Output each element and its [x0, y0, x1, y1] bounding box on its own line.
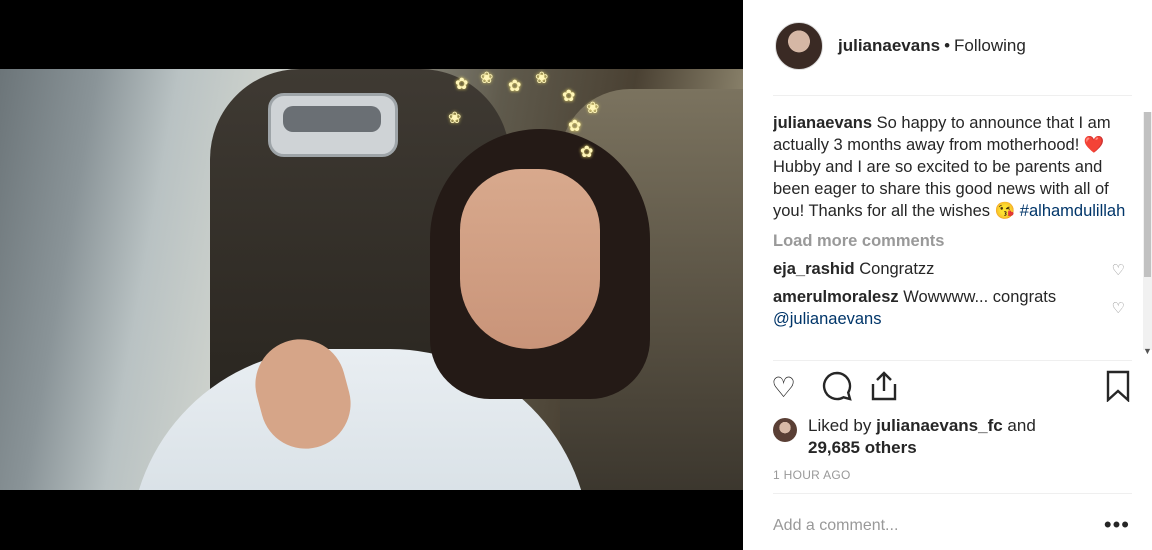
flower-filter-icon: ❀ [535, 70, 549, 87]
seat-control-panel [268, 93, 398, 157]
flower-filter-icon: ✿ [580, 144, 594, 161]
liker-avatar[interactable] [773, 418, 797, 442]
scrollbar-thumb[interactable] [1144, 112, 1151, 277]
flower-filter-icon: ❀ [586, 100, 600, 117]
comment-row: amerulmoralesz Wowwww... congrats @julia… [773, 286, 1133, 330]
liked-user[interactable]: julianaevans_fc [876, 416, 1003, 435]
header-divider [773, 95, 1132, 96]
liked-prefix: Liked by [808, 416, 872, 435]
flower-filter-icon: ✿ [562, 88, 576, 105]
likes-text: Liked by julianaevans_fc and 29,685 othe… [808, 415, 1133, 459]
likes-section: Liked by julianaevans_fc and 29,685 othe… [773, 415, 1133, 459]
post-photo[interactable]: ✿ ❀ ✿ ❀ ✿ ❀ ❀ ✿ ✿ [0, 69, 743, 490]
add-comment-input[interactable]: Add a comment... [773, 517, 898, 535]
comment-like-icon[interactable]: ♡ [1112, 298, 1125, 320]
liked-count[interactable]: 29,685 others [808, 438, 917, 457]
comment-row: eja_rashid Congratzz ♡ [773, 258, 1133, 280]
share-icon[interactable] [869, 370, 899, 411]
comment-bubble-icon[interactable] [821, 370, 853, 411]
post-sidebar: julianaevans • Following julianaevans So h… [743, 0, 1152, 550]
user-avatar[interactable] [775, 22, 823, 70]
liked-and: and [1007, 416, 1036, 435]
separator-dot: • [944, 36, 951, 55]
caption-username[interactable]: julianaevans [773, 114, 872, 132]
scroll-down-arrow-icon[interactable]: ▼ [1143, 346, 1152, 356]
flower-filter-icon: ❀ [448, 110, 462, 127]
actions-divider [773, 360, 1132, 361]
header-user-line: julianaevans • Following [838, 36, 1026, 56]
comment-username[interactable]: amerulmoralesz [773, 288, 899, 306]
post-media[interactable]: ✿ ❀ ✿ ❀ ✿ ❀ ❀ ✿ ✿ [0, 0, 743, 550]
post-header: julianaevans • Following [743, 0, 1152, 95]
caption: julianaevans So happy to announce that I… [773, 112, 1133, 222]
heart-outline-icon[interactable]: ♡ [771, 370, 796, 406]
mention-link[interactable]: @julianaevans [773, 310, 881, 328]
comments-area: julianaevans So happy to announce that I… [773, 112, 1133, 358]
post-timestamp[interactable]: 1 HOUR AGO [773, 468, 851, 482]
load-more-comments[interactable]: Load more comments [773, 230, 1133, 252]
kiss-emoji: 😘 [994, 202, 1016, 220]
comment-text: Congratzz [859, 260, 935, 278]
flower-filter-icon: ❀ [480, 70, 494, 87]
hashtag-link[interactable]: #alhamdulillah [1020, 202, 1126, 220]
flower-filter-icon: ✿ [508, 78, 522, 95]
person-face [460, 169, 600, 349]
action-bar: ♡ [771, 370, 1131, 410]
comment-username[interactable]: eja_rashid [773, 260, 855, 278]
comments-scrollbar[interactable]: ▼ [1143, 112, 1152, 356]
more-options-icon[interactable]: ••• [1104, 512, 1130, 538]
comment-like-icon[interactable]: ♡ [1112, 260, 1125, 282]
flower-filter-icon: ✿ [455, 76, 469, 93]
heart-emoji: ❤️ [1083, 136, 1105, 154]
header-username[interactable]: julianaevans [838, 36, 940, 55]
flower-filter-icon: ✿ [568, 118, 582, 135]
bookmark-icon[interactable] [1105, 370, 1131, 411]
comment-input-divider [773, 493, 1132, 494]
follow-button[interactable]: Following [954, 36, 1026, 55]
comment-text: Wowwww... congrats [903, 288, 1057, 306]
